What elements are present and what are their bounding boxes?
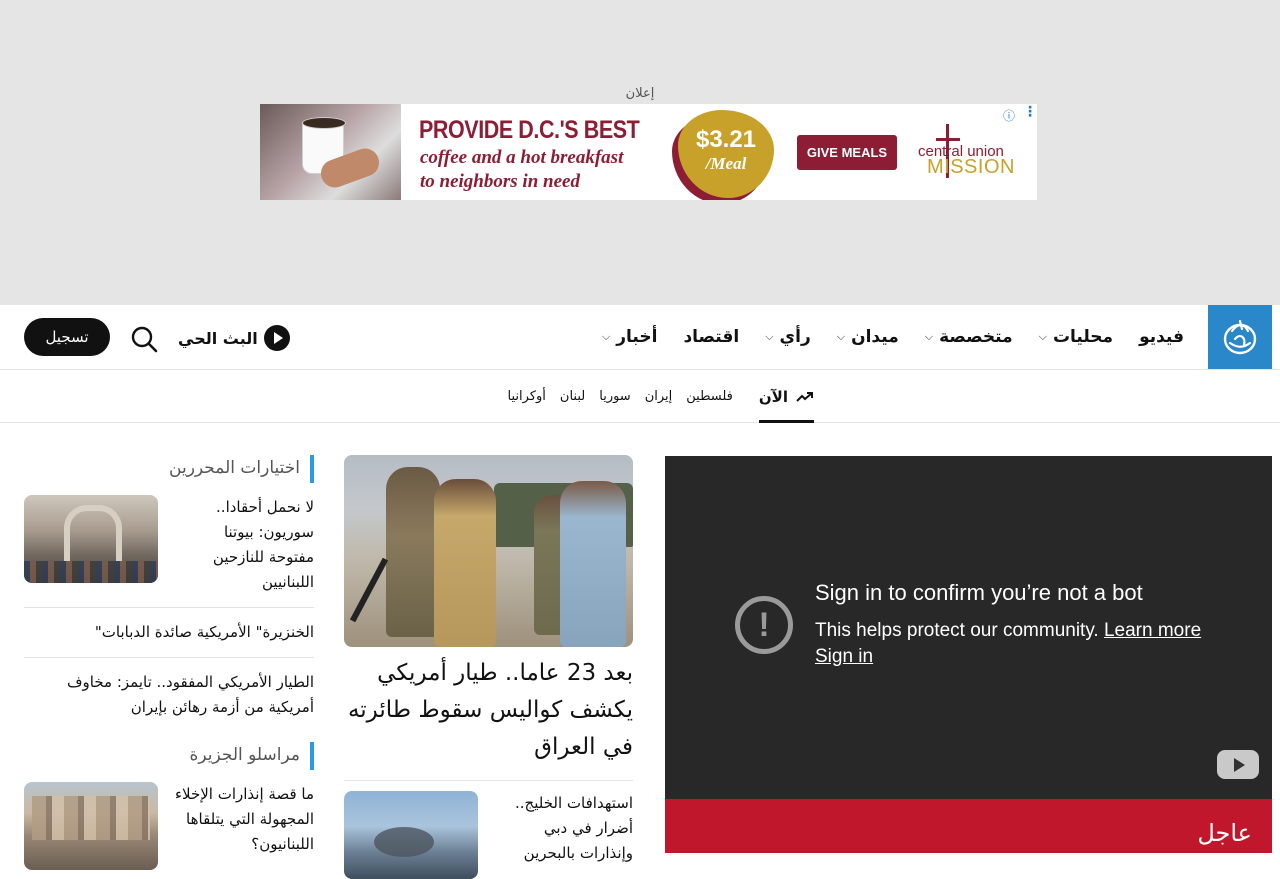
trending-now-tab[interactable]: الآن <box>758 370 814 423</box>
ad-photo <box>260 104 401 200</box>
trending-list: الآن فلسطين إيران سوريا لبنان أوكرانيا <box>508 370 814 423</box>
main-nav: أخبار ⌵ اقتصاد رأي ⌵ ميدان ⌵ متخصصة ⌵ محليات… <box>602 305 1184 369</box>
story-title[interactable]: ما قصة إنذارات الإخلاء المجهولة التي يتل… <box>174 782 314 870</box>
pilot-figure <box>434 479 496 647</box>
ad-subline-2: to neighbors in need <box>420 171 580 192</box>
video-player[interactable]: ! Sign in to confirm you’re not a bot Th… <box>665 456 1272 799</box>
ad-price: $3.21 <box>695 126 757 153</box>
search-icon[interactable] <box>130 325 158 353</box>
trending-item-palestine[interactable]: فلسطين <box>686 389 733 404</box>
youtube-icon[interactable] <box>1217 750 1259 779</box>
nav-item-local[interactable]: محليات ⌵ <box>1039 327 1113 347</box>
story-thumbnail[interactable] <box>24 782 158 870</box>
divider <box>24 657 314 658</box>
play-icon <box>263 325 290 351</box>
correspondents-title: مراسلو الجزيرة <box>24 742 314 770</box>
chevron-down-icon: ⌵ <box>765 330 774 343</box>
divider <box>344 780 633 781</box>
aljazeera-logo[interactable] <box>1208 305 1272 369</box>
soldier-figure <box>386 467 440 637</box>
ad-brand-line-2: MISSION <box>927 156 1015 178</box>
nav-item-economy[interactable]: اقتصاد <box>683 327 739 347</box>
nav-item-news[interactable]: أخبار ⌵ <box>602 327 658 347</box>
video-error-title: Sign in to confirm you’re not a bot <box>815 580 1143 605</box>
ad-subline-1: coffee and a hot breakfast <box>420 147 624 168</box>
pilot-figure <box>560 481 626 647</box>
divider <box>24 607 314 608</box>
nav-label: فيديو <box>1139 327 1184 347</box>
trending-item-ukraine[interactable]: أوكرانيا <box>508 389 546 404</box>
chevron-down-icon: ⌵ <box>924 330 934 343</box>
trending-now-label: الآن <box>758 387 788 406</box>
main-story-headline[interactable]: بعد 23 عاما.. طيار أمريكي يكشف كواليس سق… <box>344 655 633 766</box>
chevron-down-icon: ⌵ <box>601 330 611 343</box>
chevron-down-icon: ⌵ <box>836 330 846 343</box>
give-meals-button[interactable]: GIVE MEALS <box>797 135 897 170</box>
help-text: This helps protect our community. <box>815 620 1099 641</box>
main-story-image[interactable] <box>344 455 633 647</box>
story-thumbnail[interactable] <box>344 791 478 879</box>
list-item[interactable]: لا نحمل أحقادا.. سوريون: بيوتنا مفتوحة ل… <box>24 495 314 595</box>
live-label: البث الحي <box>178 328 258 348</box>
ad-label: إعلان <box>625 86 655 101</box>
ad-info-icon[interactable]: ⓘ <box>1003 107 1015 124</box>
register-button[interactable]: تسجيل <box>24 318 110 356</box>
list-item[interactable]: استهدافات الخليج.. أضرار في دبي وإنذارات… <box>344 791 633 879</box>
trending-item-lebanon[interactable]: لبنان <box>560 389 585 404</box>
video-error-help: This helps protect our community. Learn … <box>815 620 1201 642</box>
nav-label: رأي <box>779 327 811 347</box>
aljazeera-logo-icon <box>1223 319 1257 355</box>
warning-icon: ! <box>735 596 793 654</box>
chevron-down-icon: ⌵ <box>1038 330 1047 343</box>
nav-item-opinion[interactable]: رأي ⌵ <box>765 327 811 347</box>
ad-band: إعلان PROVIDE D.C.'S BEST coffee and a h… <box>0 0 1280 305</box>
trending-up-icon <box>796 391 813 402</box>
nav-item-midan[interactable]: ميدان ⌵ <box>837 327 899 347</box>
main-story-column: بعد 23 عاما.. طيار أمريكي يكشف كواليس سق… <box>344 455 633 879</box>
nav-label: أخبار <box>616 327 658 347</box>
ad-subheadline: coffee and a hot breakfast to neighbors … <box>420 146 623 194</box>
urgent-news-bar[interactable]: عاجل <box>665 799 1272 853</box>
rifle-shape <box>349 557 389 623</box>
sign-in-link[interactable]: Sign in <box>815 646 873 668</box>
urgent-label: عاجل <box>1197 819 1252 847</box>
trending-item-syria[interactable]: سوريا <box>599 389 630 404</box>
trending-item-iran[interactable]: إيران <box>645 389 673 404</box>
story-title[interactable]: "الخنزيرة" الأمريكية صائدة الدبابات <box>24 620 314 645</box>
nav-item-video[interactable]: فيديو <box>1139 327 1184 347</box>
ad-headline: PROVIDE D.C.'S BEST <box>419 116 640 144</box>
nav-label: ميدان <box>851 327 899 347</box>
list-item[interactable]: ما قصة إنذارات الإخلاء المجهولة التي يتل… <box>24 782 314 870</box>
story-title[interactable]: لا نحمل أحقادا.. سوريون: بيوتنا مفتوحة ل… <box>174 495 314 595</box>
story-thumbnail[interactable] <box>24 495 158 583</box>
ad-menu-icon[interactable]: ⋮ <box>1023 104 1037 120</box>
nav-label: محليات <box>1052 327 1114 347</box>
trending-bar: الآن فلسطين إيران سوريا لبنان أوكرانيا <box>0 370 1280 423</box>
sidebar: اختيارات المحررين لا نحمل أحقادا.. سوريو… <box>24 455 314 870</box>
learn-more-link[interactable]: Learn more <box>1104 620 1201 641</box>
ad-banner[interactable]: PROVIDE D.C.'S BEST coffee and a hot bre… <box>260 104 1037 200</box>
nav-label: اقتصاد <box>683 327 740 347</box>
story-title[interactable]: الطيار الأمريكي المفقود.. تايمز: مخاوف أ… <box>24 670 314 720</box>
site-header: أخبار ⌵ اقتصاد رأي ⌵ ميدان ⌵ متخصصة ⌵ محليات… <box>0 305 1280 370</box>
story-title[interactable]: استهدافات الخليج.. أضرار في دبي وإنذارات… <box>492 791 633 879</box>
ad-per-meal: /Meal <box>705 154 747 173</box>
nav-label: متخصصة <box>939 327 1013 347</box>
nav-item-specialized[interactable]: متخصصة ⌵ <box>925 327 1013 347</box>
editors-picks-title: اختيارات المحررين <box>24 455 314 483</box>
live-stream-link[interactable]: البث الحي <box>178 325 290 351</box>
